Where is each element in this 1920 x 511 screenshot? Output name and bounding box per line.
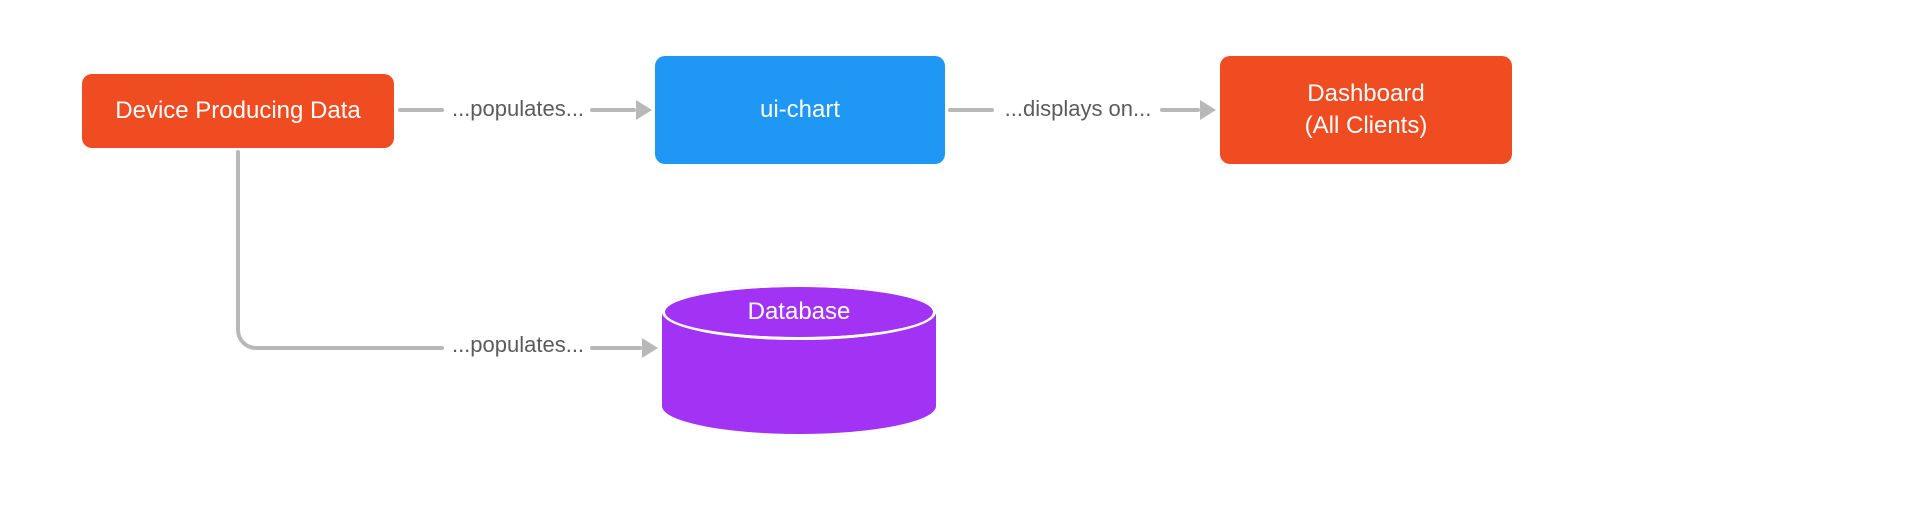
- node-ui-chart: ui-chart: [655, 56, 945, 164]
- node-dashboard: Dashboard(All Clients): [1220, 56, 1512, 164]
- node-device-label: Device Producing Data: [115, 95, 360, 127]
- edge-label-populates-db: ...populates...: [448, 332, 588, 358]
- edge-label-displays: ...displays on...: [998, 96, 1158, 122]
- arrow-line: [236, 150, 240, 330]
- arrowhead-icon: [636, 100, 652, 120]
- arrowhead-icon: [1200, 100, 1216, 120]
- node-database-label: Database: [662, 298, 936, 326]
- arrow-line: [590, 108, 636, 112]
- node-database: Database: [662, 284, 936, 434]
- arrow-line: [1160, 108, 1200, 112]
- arrow-corner: [236, 326, 268, 350]
- arrowhead-icon: [642, 338, 658, 358]
- arrow-line: [948, 108, 994, 112]
- edge-label-populates: ...populates...: [448, 96, 588, 122]
- node-device: Device Producing Data: [82, 74, 394, 148]
- arrow-line: [266, 346, 444, 350]
- arrow-line: [590, 346, 642, 350]
- diagram-canvas: Device Producing Data ui-chart Dashboard…: [0, 0, 1920, 511]
- node-dashboard-label: Dashboard(All Clients): [1305, 78, 1428, 143]
- node-ui-chart-label: ui-chart: [760, 94, 840, 126]
- arrow-line: [398, 108, 444, 112]
